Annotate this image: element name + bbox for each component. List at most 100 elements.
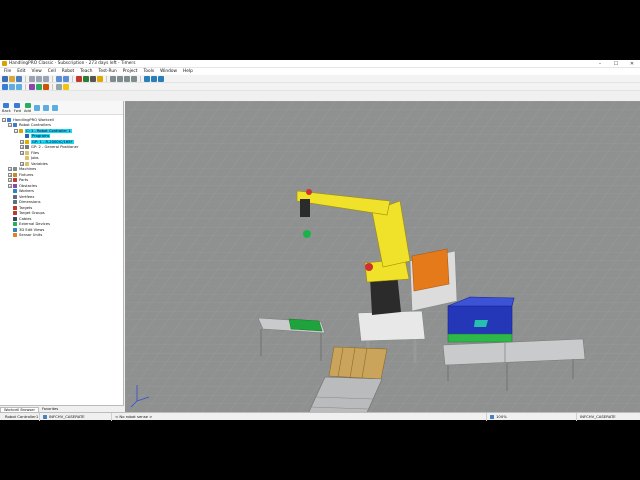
browser-add-button[interactable]: Add [24, 102, 31, 113]
status-program-text: INFCHV_CASERATE [49, 414, 85, 419]
robot-icon[interactable] [97, 75, 103, 82]
expand-toggle-icon[interactable]: + [8, 172, 12, 177]
expand-toggle-icon[interactable]: + [20, 145, 24, 150]
view-side-icon[interactable] [124, 75, 130, 82]
window-title: HandlingPRO Classic - Subscription - 273… [9, 61, 136, 66]
tab-favorites[interactable]: Favorites [39, 407, 61, 411]
zoom-icon [490, 414, 494, 419]
view-top-icon[interactable] [117, 75, 123, 82]
new-icon[interactable] [2, 75, 8, 82]
menu-window[interactable]: Window [160, 69, 177, 74]
menu-help[interactable]: Help [183, 69, 193, 74]
toolbar-separator [25, 83, 26, 90]
browser-forward-button[interactable]: Fwd [14, 102, 21, 113]
tree-node-icon [13, 194, 17, 199]
menu-view[interactable]: View [32, 69, 42, 74]
status-sensor: < No robot sense > [112, 412, 487, 421]
save-icon[interactable] [16, 75, 22, 82]
menu-file[interactable]: File [4, 69, 11, 74]
expand-toggle-icon[interactable]: + [8, 167, 12, 172]
collision-icon[interactable] [43, 83, 49, 90]
paste-icon[interactable] [43, 75, 49, 82]
main-toolbar [0, 75, 640, 83]
toolbar-separator [72, 75, 73, 82]
pallet-wood [328, 346, 388, 380]
undo-icon[interactable] [56, 75, 62, 82]
tree-item-label: Vertfeex [19, 194, 35, 199]
3d-viewport[interactable] [125, 101, 640, 412]
back-icon [3, 102, 10, 108]
view-front-icon[interactable] [110, 75, 116, 82]
tree-item[interactable]: Sensor Units [2, 233, 123, 239]
status-program-right: INFCHV_CASERATE [577, 413, 640, 421]
tree-node-icon [13, 205, 17, 210]
tree-item-label: Files [31, 150, 40, 155]
zoom-fit-icon[interactable] [158, 75, 164, 82]
menu-project[interactable]: Project [123, 69, 138, 74]
expand-toggle-icon[interactable]: − [2, 117, 6, 122]
zoom-out-icon[interactable] [151, 75, 157, 82]
grid-icon[interactable] [56, 83, 62, 90]
tree-item-label: Jobs [31, 156, 39, 161]
menu-edit[interactable]: Edit [17, 69, 25, 74]
move-icon[interactable] [9, 83, 15, 90]
expand-toggle-icon[interactable]: + [20, 150, 24, 155]
measure-icon[interactable] [29, 83, 35, 90]
view-iso-icon[interactable] [131, 75, 137, 82]
secondary-toolbar [0, 83, 640, 91]
play-icon[interactable] [83, 75, 89, 82]
properties-icon[interactable] [43, 104, 49, 111]
menu-cell[interactable]: Cell [48, 69, 56, 74]
expand-toggle-icon[interactable]: − [8, 123, 12, 128]
expand-toggle-icon[interactable]: + [20, 139, 24, 144]
tree-node-icon [13, 222, 17, 227]
stop-icon[interactable] [90, 75, 96, 82]
toolbar-separator [52, 83, 53, 90]
browser-back-button[interactable]: Back [2, 102, 11, 113]
tree-node-icon [25, 139, 29, 144]
copy-icon[interactable] [36, 75, 42, 82]
browser-back-label: Back [2, 108, 11, 113]
open-icon[interactable] [9, 75, 15, 82]
record-icon[interactable] [76, 75, 82, 82]
expand-toggle-icon[interactable]: + [8, 178, 12, 183]
browser-toolbar: Back Fwd Add [0, 101, 123, 115]
menu-bar: File Edit View Cell Robot Teach Test-Run… [0, 68, 640, 75]
zoom-in-icon[interactable] [144, 75, 150, 82]
tree-node-icon [25, 145, 29, 150]
rotate-icon[interactable] [16, 83, 22, 90]
tree-item-label: 3D Edit Views [19, 227, 45, 232]
title-bar: HandlingPRO Classic - Subscription - 273… [0, 60, 640, 68]
tree-item-label: Targets [19, 205, 33, 210]
menu-robot[interactable]: Robot [62, 69, 74, 74]
minimize-button[interactable]: – [592, 60, 608, 68]
tree-node-icon [13, 183, 17, 188]
menu-teach[interactable]: Teach [80, 69, 92, 74]
tree-node-icon [13, 167, 17, 172]
tree-node-icon [25, 134, 29, 139]
filter-icon[interactable] [52, 104, 58, 111]
tree-item-label: GP: 1 - R-2000iC/165F [31, 139, 74, 144]
tab-workcell-browser[interactable]: Workcell Browser [0, 406, 39, 412]
cut-icon[interactable] [29, 75, 35, 82]
status-bar: Robot Controller1 INFCHV_CASERATE < No r… [0, 412, 640, 421]
tree-item-label: Dimensions [19, 200, 41, 205]
tree-item-label: GP: 2 - General Positioner [31, 145, 79, 150]
refresh-icon[interactable] [34, 104, 40, 111]
redo-icon[interactable] [63, 75, 69, 82]
maximize-button[interactable]: ☐ [608, 60, 624, 68]
tree-item-label: Machines [19, 167, 37, 172]
expand-toggle-icon[interactable]: + [20, 161, 24, 166]
menu-test-run[interactable]: Test-Run [99, 69, 117, 74]
snap-icon[interactable] [36, 83, 42, 90]
close-button[interactable]: ✕ [624, 60, 640, 68]
tree-node-icon [13, 123, 17, 128]
select-icon[interactable] [2, 83, 8, 90]
tree-node-icon [13, 189, 17, 194]
menu-tools[interactable]: Tools [143, 69, 154, 74]
light-icon[interactable] [63, 83, 69, 90]
tree-item-label: Robot Controllers [19, 123, 51, 128]
expand-toggle-icon[interactable]: + [8, 183, 12, 188]
expand-toggle-icon[interactable]: − [14, 128, 18, 133]
tree-node-icon [13, 211, 17, 216]
